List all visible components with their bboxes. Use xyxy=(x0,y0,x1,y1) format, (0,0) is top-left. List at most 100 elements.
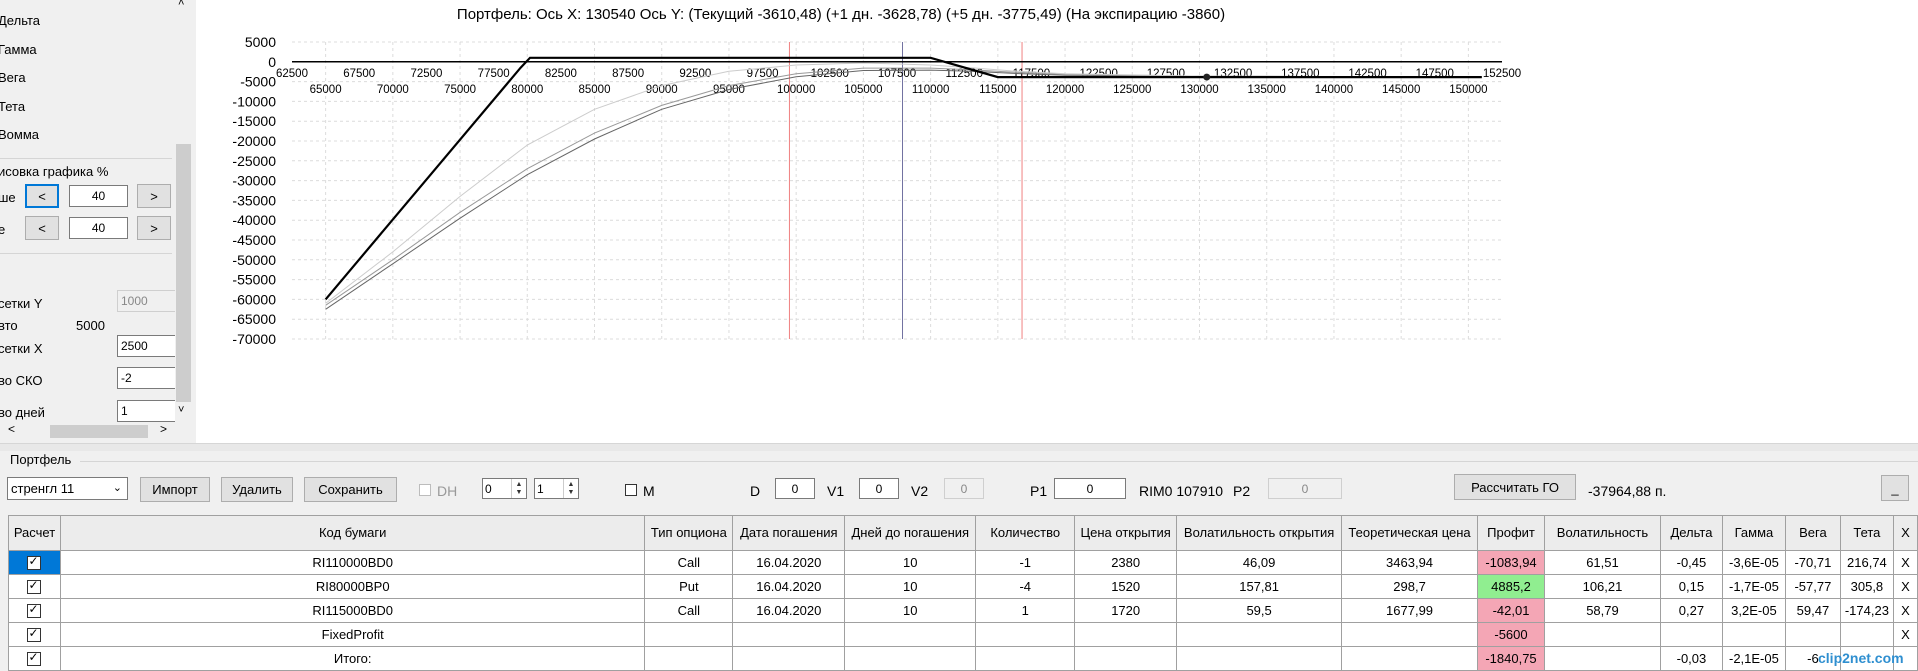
import-button[interactable]: Импорт xyxy=(140,477,210,502)
calc-checkbox[interactable] xyxy=(27,554,42,571)
table-cell[interactable]: 16.04.2020 xyxy=(732,550,846,575)
table-cell[interactable] xyxy=(1784,622,1841,647)
table-cell[interactable]: 216,74 xyxy=(1839,550,1894,575)
table-cell[interactable] xyxy=(1544,622,1661,647)
column-header[interactable]: Цена открытия xyxy=(1074,515,1178,551)
payoff-chart[interactable]: 5000 0 -5000 -10000 -15000 -20000 -25000 -30000… xyxy=(0,0,1918,443)
table-cell[interactable]: 1 xyxy=(975,598,1076,623)
table-cell[interactable]: -0,45 xyxy=(1659,550,1723,575)
table-cell[interactable] xyxy=(1721,622,1786,647)
calc-checkbox[interactable] xyxy=(27,602,42,619)
table-cell[interactable]: -4 xyxy=(975,574,1076,599)
table-cell[interactable] xyxy=(1176,622,1343,647)
table-cell[interactable]: Call xyxy=(644,550,734,575)
table-cell[interactable]: -57,77 xyxy=(1784,574,1841,599)
stepper-arrows-icon[interactable]: ▲ ▼ xyxy=(511,479,526,498)
table-cell[interactable] xyxy=(975,622,1076,647)
table-cell[interactable]: -1840,75 xyxy=(1477,646,1545,671)
delete-row-button[interactable]: X xyxy=(1892,598,1918,623)
v1-field[interactable]: 0 xyxy=(859,478,899,499)
table-cell[interactable]: -5600 xyxy=(1477,622,1545,647)
table-cell[interactable]: 59,47 xyxy=(1784,598,1841,623)
table-cell[interactable]: 1677,99 xyxy=(1341,598,1479,623)
table-cell[interactable] xyxy=(1839,622,1894,647)
column-header[interactable]: X xyxy=(1892,515,1918,551)
column-header[interactable]: Дельта xyxy=(1659,515,1723,551)
table-cell[interactable]: -1 xyxy=(975,550,1076,575)
column-header[interactable]: Расчет xyxy=(8,515,61,551)
table-cell[interactable]: -1,7E-05 xyxy=(1721,574,1786,599)
v2-field[interactable]: 0 xyxy=(944,478,984,499)
column-header[interactable]: Волатильность xyxy=(1544,515,1661,551)
column-header[interactable]: Профит xyxy=(1477,515,1545,551)
table-cell[interactable]: 59,5 xyxy=(1176,598,1343,623)
m-checkbox[interactable] xyxy=(625,484,637,496)
spin2-stepper[interactable]: 1 ▲ ▼ xyxy=(534,478,579,499)
column-header[interactable]: Тип опциона xyxy=(644,515,734,551)
table-cell[interactable]: 10 xyxy=(844,574,977,599)
calc-checkbox-cell[interactable] xyxy=(8,646,61,671)
table-cell[interactable]: 3,2E-05 xyxy=(1721,598,1786,623)
calc-checkbox-cell[interactable] xyxy=(8,574,61,599)
table-cell[interactable]: 46,09 xyxy=(1176,550,1343,575)
calc-checkbox-cell[interactable] xyxy=(8,598,61,623)
p2-field[interactable]: 0 xyxy=(1268,478,1342,499)
column-header[interactable]: Тета xyxy=(1839,515,1894,551)
calc-checkbox[interactable] xyxy=(27,650,42,667)
table-cell[interactable]: 16.04.2020 xyxy=(732,598,846,623)
column-header[interactable]: Дата погашения xyxy=(732,515,846,551)
calc-checkbox[interactable] xyxy=(27,626,42,643)
column-header[interactable]: Код бумаги xyxy=(59,515,646,551)
table-cell[interactable] xyxy=(1544,646,1661,671)
table-cell[interactable]: -2,1E-05 xyxy=(1721,646,1786,671)
table-cell[interactable]: 1520 xyxy=(1074,574,1178,599)
delete-row-button[interactable]: X xyxy=(1892,622,1918,647)
table-cell[interactable]: 305,8 xyxy=(1839,574,1894,599)
portfolio-grid[interactable]: Расчет Код бумаги Тип опциона Дата погашени… xyxy=(8,515,1918,671)
stepper-arrows-icon[interactable]: ▲ ▼ xyxy=(563,479,578,498)
column-header[interactable]: Гамма xyxy=(1721,515,1786,551)
table-cell[interactable]: -174,23 xyxy=(1839,598,1894,623)
table-cell[interactable] xyxy=(844,622,977,647)
table-cell[interactable]: Call xyxy=(644,598,734,623)
table-cell[interactable]: 1720 xyxy=(1074,598,1178,623)
portfolio-select[interactable]: стренгл 11 ⌄ xyxy=(7,477,128,500)
table-cell[interactable] xyxy=(844,646,977,671)
table-cell[interactable]: RI115000BD0 xyxy=(59,598,646,623)
minimize-button[interactable]: _ xyxy=(1881,475,1909,501)
table-cell[interactable]: -42,01 xyxy=(1477,598,1545,623)
p1-field[interactable]: 0 xyxy=(1054,478,1126,499)
table-row[interactable]: RI80000BP0Put16.04.202010-41520157,81298… xyxy=(8,574,1918,599)
table-row[interactable]: Итого:-1840,75-0,03-2,1E-05-6 xyxy=(8,646,1918,671)
table-cell[interactable]: 10 xyxy=(844,598,977,623)
table-cell[interactable]: Put xyxy=(644,574,734,599)
column-header[interactable]: Волатильность открытия xyxy=(1176,515,1343,551)
table-cell[interactable] xyxy=(1074,622,1178,647)
table-cell[interactable]: 16.04.2020 xyxy=(732,574,846,599)
column-header[interactable]: Дней до погашения xyxy=(844,515,977,551)
calc-checkbox[interactable] xyxy=(27,578,42,595)
table-cell[interactable]: Итого: xyxy=(59,646,646,671)
table-cell[interactable]: 3463,94 xyxy=(1341,550,1479,575)
column-header[interactable]: Количество xyxy=(975,515,1076,551)
table-cell[interactable]: 58,79 xyxy=(1544,598,1661,623)
table-cell[interactable]: 10 xyxy=(844,550,977,575)
table-cell[interactable] xyxy=(644,622,734,647)
delete-row-button[interactable]: X xyxy=(1892,550,1918,575)
table-cell[interactable] xyxy=(1074,646,1178,671)
table-cell[interactable] xyxy=(1176,646,1343,671)
table-cell[interactable]: 157,81 xyxy=(1176,574,1343,599)
spin1-stepper[interactable]: 0 ▲ ▼ xyxy=(482,478,527,499)
column-header[interactable]: Вега xyxy=(1784,515,1841,551)
table-cell[interactable]: RI110000BD0 xyxy=(59,550,646,575)
table-cell[interactable]: -0,03 xyxy=(1659,646,1723,671)
table-row[interactable]: FixedProfit -5600 X xyxy=(8,622,1918,647)
table-cell[interactable]: -70,71 xyxy=(1784,550,1841,575)
column-header[interactable]: Теоретическая цена xyxy=(1341,515,1479,551)
delete-button[interactable]: Удалить xyxy=(221,477,293,502)
dh-checkbox[interactable] xyxy=(419,484,431,496)
table-cell[interactable] xyxy=(732,646,846,671)
table-cell[interactable]: 106,21 xyxy=(1544,574,1661,599)
save-button[interactable]: Сохранить xyxy=(304,477,397,502)
table-cell[interactable]: 0,27 xyxy=(1659,598,1723,623)
